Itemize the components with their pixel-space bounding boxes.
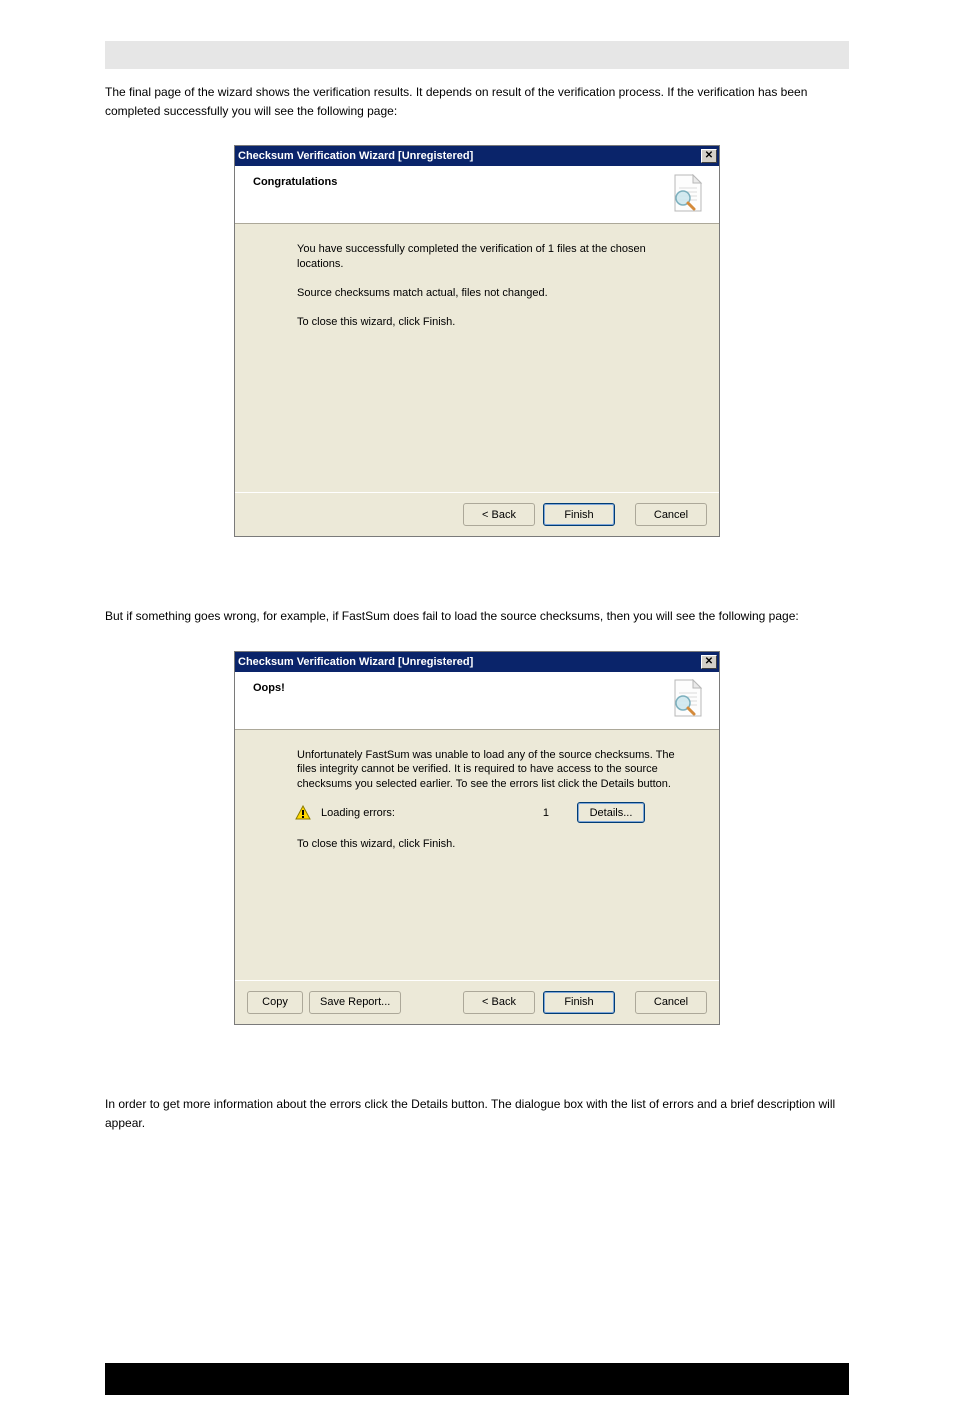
warning-icon [295,805,311,821]
banner: Oops! [235,672,719,730]
close-icon[interactable]: ✕ [701,149,717,163]
back-button[interactable]: < Back [463,991,535,1014]
dialog-success: Checksum Verification Wizard [Unregister… [234,145,720,537]
save-report-button[interactable]: Save Report... [309,991,401,1014]
back-button[interactable]: < Back [463,503,535,526]
outro-text: In order to get more information about t… [105,1095,840,1133]
titlebar-text: Checksum Verification Wizard [Unregister… [238,150,701,162]
intro-text: The final page of the wizard shows the v… [105,83,840,121]
content-area: You have successfully completed the veri… [235,224,719,492]
copy-button[interactable]: Copy [247,991,303,1014]
close-icon[interactable]: ✕ [701,655,717,669]
close-line: To close this wizard, click Finish. [297,837,695,852]
mid-text: But if something goes wrong, for example… [105,607,840,626]
finish-button[interactable]: Finish [543,503,615,526]
page-header-bar [105,41,849,69]
dialog-error: Checksum Verification Wizard [Unregister… [234,651,720,1025]
error-row: Loading errors: 1 Details... [297,802,695,823]
button-bar: < Back Finish Cancel [235,493,719,536]
error-paragraph: Unfortunately FastSum was unable to load… [297,748,695,793]
content-area: Unfortunately FastSum was unable to load… [235,730,719,980]
titlebar: Checksum Verification Wizard [Unregister… [235,146,719,166]
cancel-button[interactable]: Cancel [635,503,707,526]
banner: Congratulations [235,166,719,224]
cancel-button[interactable]: Cancel [635,991,707,1014]
success-line-1: You have successfully completed the veri… [297,242,695,272]
titlebar-text: Checksum Verification Wizard [Unregister… [238,656,701,668]
banner-title: Oops! [253,672,667,694]
titlebar: Checksum Verification Wizard [Unregister… [235,652,719,672]
document-magnifier-icon [667,174,703,216]
finish-button[interactable]: Finish [543,991,615,1014]
success-line-3: To close this wizard, click Finish. [297,315,695,330]
page-footer-bar [105,1363,849,1395]
banner-title: Congratulations [253,166,667,188]
error-count: 1 [501,807,549,819]
details-button[interactable]: Details... [577,802,645,823]
document-magnifier-icon [667,679,703,721]
error-label: Loading errors: [321,807,501,819]
success-line-2: Source checksums match actual, files not… [297,286,695,301]
button-bar: Copy Save Report... < Back Finish Cancel [235,981,719,1024]
